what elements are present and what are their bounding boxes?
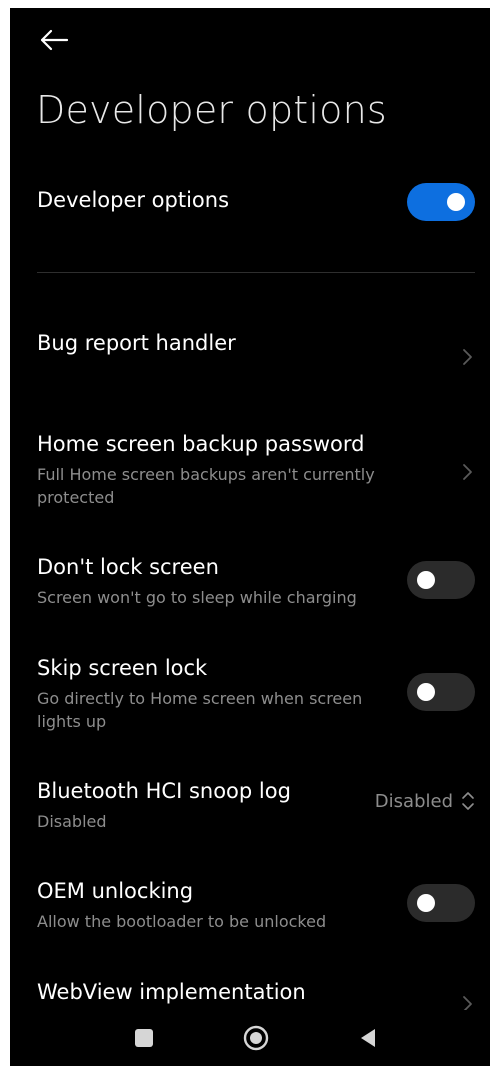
chevron-right-icon (463, 349, 472, 365)
toggle-knob (417, 571, 435, 589)
row-subtitle: Screen won't go to sleep while charging (37, 588, 357, 607)
home-circle-icon (243, 1025, 269, 1051)
home-screen-backup-password-row[interactable]: Home screen backup password Full Home sc… (37, 432, 475, 512)
toggle-knob (417, 683, 435, 701)
page-title: Developer options (36, 88, 387, 132)
bluetooth-snoop-dropdown[interactable]: Disabled (375, 789, 475, 813)
dont-lock-screen-row[interactable]: Don't lock screen Screen won't go to sle… (37, 555, 475, 615)
skip-screen-lock-toggle[interactable] (407, 673, 475, 711)
dont-lock-screen-toggle[interactable] (407, 561, 475, 599)
row-subtitle: Allow the bootloader to be unlocked (37, 912, 327, 931)
developer-options-label: Developer options (37, 188, 230, 212)
divider (37, 272, 475, 273)
chevron-right-icon (463, 464, 472, 480)
row-title: Bug report handler (37, 331, 236, 355)
oem-unlocking-toggle[interactable] (407, 884, 475, 922)
row-title: Skip screen lock (37, 656, 208, 680)
settings-screen: Developer options Developer options Bug … (10, 8, 490, 1066)
back-button[interactable] (34, 20, 74, 60)
dropdown-value: Disabled (374, 790, 453, 812)
row-title: WebView implementation (37, 980, 306, 1004)
toggle-knob (447, 193, 465, 211)
up-down-chevron-icon (462, 792, 474, 810)
oem-unlocking-row[interactable]: OEM unlocking Allow the bootloader to be… (37, 879, 475, 939)
row-title: OEM unlocking (37, 879, 194, 903)
row-subtitle: Full Home screen backups aren't currentl… (37, 465, 375, 507)
row-title: Don't lock screen (37, 555, 219, 579)
toggle-knob (417, 894, 435, 912)
bug-report-handler-row[interactable]: Bug report handler (37, 331, 475, 381)
row-title: Home screen backup password (37, 432, 365, 456)
skip-screen-lock-row[interactable]: Skip screen lock Go directly to Home scr… (37, 656, 475, 736)
developer-options-toggle-row[interactable]: Developer options (37, 178, 475, 226)
recents-square-icon (135, 1029, 153, 1047)
row-subtitle: Disabled (37, 812, 107, 831)
back-triangle-icon (361, 1029, 375, 1047)
arrow-left-icon (40, 29, 69, 51)
system-navigation-bar (10, 1010, 490, 1066)
row-subtitle: Go directly to Home screen when screen l… (37, 689, 363, 731)
home-button[interactable] (236, 1018, 276, 1058)
developer-options-toggle[interactable] (407, 183, 475, 221)
recents-button[interactable] (124, 1018, 164, 1058)
row-title: Bluetooth HCI snoop log (37, 779, 291, 803)
bluetooth-hci-snoop-log-row[interactable]: Bluetooth HCI snoop log Disabled Disable… (37, 779, 475, 839)
nav-back-button[interactable] (348, 1018, 388, 1058)
